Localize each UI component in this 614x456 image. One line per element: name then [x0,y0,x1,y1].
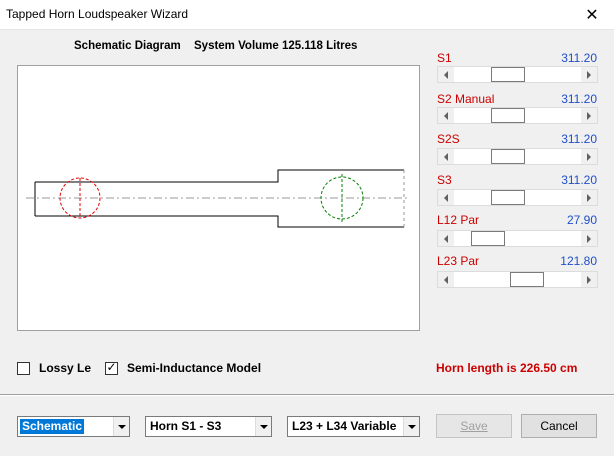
slider-right-arrow[interactable] [581,190,597,205]
slider-track[interactable] [454,108,581,123]
horn-select-dropdown[interactable] [255,417,271,436]
arrow-right-icon [587,275,591,284]
view-select-dropdown[interactable] [113,417,129,436]
arrow-left-icon [444,70,448,79]
slider-track[interactable] [454,67,581,82]
slider-right-arrow[interactable] [581,231,597,246]
slider-l12[interactable] [437,230,598,247]
slider-left-arrow[interactable] [438,108,454,123]
arrow-left-icon [444,275,448,284]
system-volume: System Volume 125.118 Litres [194,40,358,52]
save-button[interactable]: Save [436,414,512,438]
slider-track[interactable] [454,190,581,205]
schematic-diagram [17,65,420,331]
save-button-label: Save [460,419,488,433]
diagram-title: Schematic Diagram [74,40,181,52]
slider-thumb[interactable] [491,190,525,205]
slider-right-arrow[interactable] [581,108,597,123]
param-label-s1: S1 [437,51,452,65]
slider-s2[interactable] [437,107,598,124]
horn-schematic [26,169,410,228]
footer-separator [0,394,614,396]
arrow-right-icon [587,193,591,202]
arrow-left-icon [444,152,448,161]
horn-select-value: Horn S1 - S3 [150,419,222,433]
param-label-l23: L23 Par [437,254,480,268]
horn-length-status: Horn length is 226.50 cm [436,361,578,375]
arrow-left-icon [444,193,448,202]
check-icon: ✓ [106,360,117,374]
slider-track[interactable] [454,231,581,246]
arrow-right-icon [587,234,591,243]
param-label-s2s: S2S [437,132,460,146]
slider-s3[interactable] [437,189,598,206]
chevron-down-icon [259,424,268,429]
slider-left-arrow[interactable] [438,272,454,287]
param-value-l23: 121.80 [560,254,597,268]
close-button[interactable]: ✕ [570,0,614,30]
slider-thumb[interactable] [491,108,525,123]
arrow-right-icon [587,152,591,161]
arrow-left-icon [444,234,448,243]
semi-inductance-checkbox[interactable]: ✓ [105,360,118,375]
slider-left-arrow[interactable] [438,190,454,205]
variable-select-dropdown[interactable] [403,417,419,436]
slider-track[interactable] [454,149,581,164]
slider-l23[interactable] [437,271,598,288]
slider-left-arrow[interactable] [438,149,454,164]
lossy-le-checkbox[interactable] [17,362,30,375]
param-label-s3: S3 [437,173,452,187]
chevron-down-icon [117,424,126,429]
arrow-right-icon [587,111,591,120]
arrow-right-icon [587,70,591,79]
slider-thumb[interactable] [491,149,525,164]
cancel-button-label: Cancel [540,419,578,433]
param-value-s3: 311.20 [561,173,597,187]
param-value-l12: 27.90 [566,213,597,227]
slider-s2s[interactable] [437,148,598,165]
horn-top-outline [35,169,404,183]
slider-right-arrow[interactable] [581,149,597,164]
variable-select[interactable]: L23 + L34 Variable [287,416,420,437]
slider-s1[interactable] [437,66,598,83]
param-label-l12: L12 Par [437,213,480,227]
variable-select-value: L23 + L34 Variable [292,419,397,433]
slider-thumb[interactable] [491,67,525,82]
param-value-s1: 311.20 [561,51,597,65]
arrow-left-icon [444,111,448,120]
cancel-button[interactable]: Cancel [521,414,597,438]
slider-thumb[interactable] [510,272,544,287]
semi-inductance-label: Semi-Inductance Model [127,361,262,375]
slider-left-arrow[interactable] [438,67,454,82]
param-label-s2: S2 Manual [437,92,495,106]
view-select[interactable]: Schematic [17,416,130,437]
lossy-le-label: Lossy Le [39,361,92,375]
slider-thumb[interactable] [471,231,505,246]
horn-select[interactable]: Horn S1 - S3 [145,416,272,437]
slider-left-arrow[interactable] [438,231,454,246]
title-bar: Tapped Horn Loudspeaker Wizard ✕ [0,0,614,30]
param-value-s2s: 311.20 [561,132,597,146]
chevron-down-icon [407,424,416,429]
slider-right-arrow[interactable] [581,272,597,287]
window-title: Tapped Horn Loudspeaker Wizard [6,7,189,21]
close-icon: ✕ [585,7,599,24]
param-value-s2: 311.20 [561,92,597,106]
slider-track[interactable] [454,272,581,287]
slider-right-arrow[interactable] [581,67,597,82]
view-select-value: Schematic [20,419,85,434]
